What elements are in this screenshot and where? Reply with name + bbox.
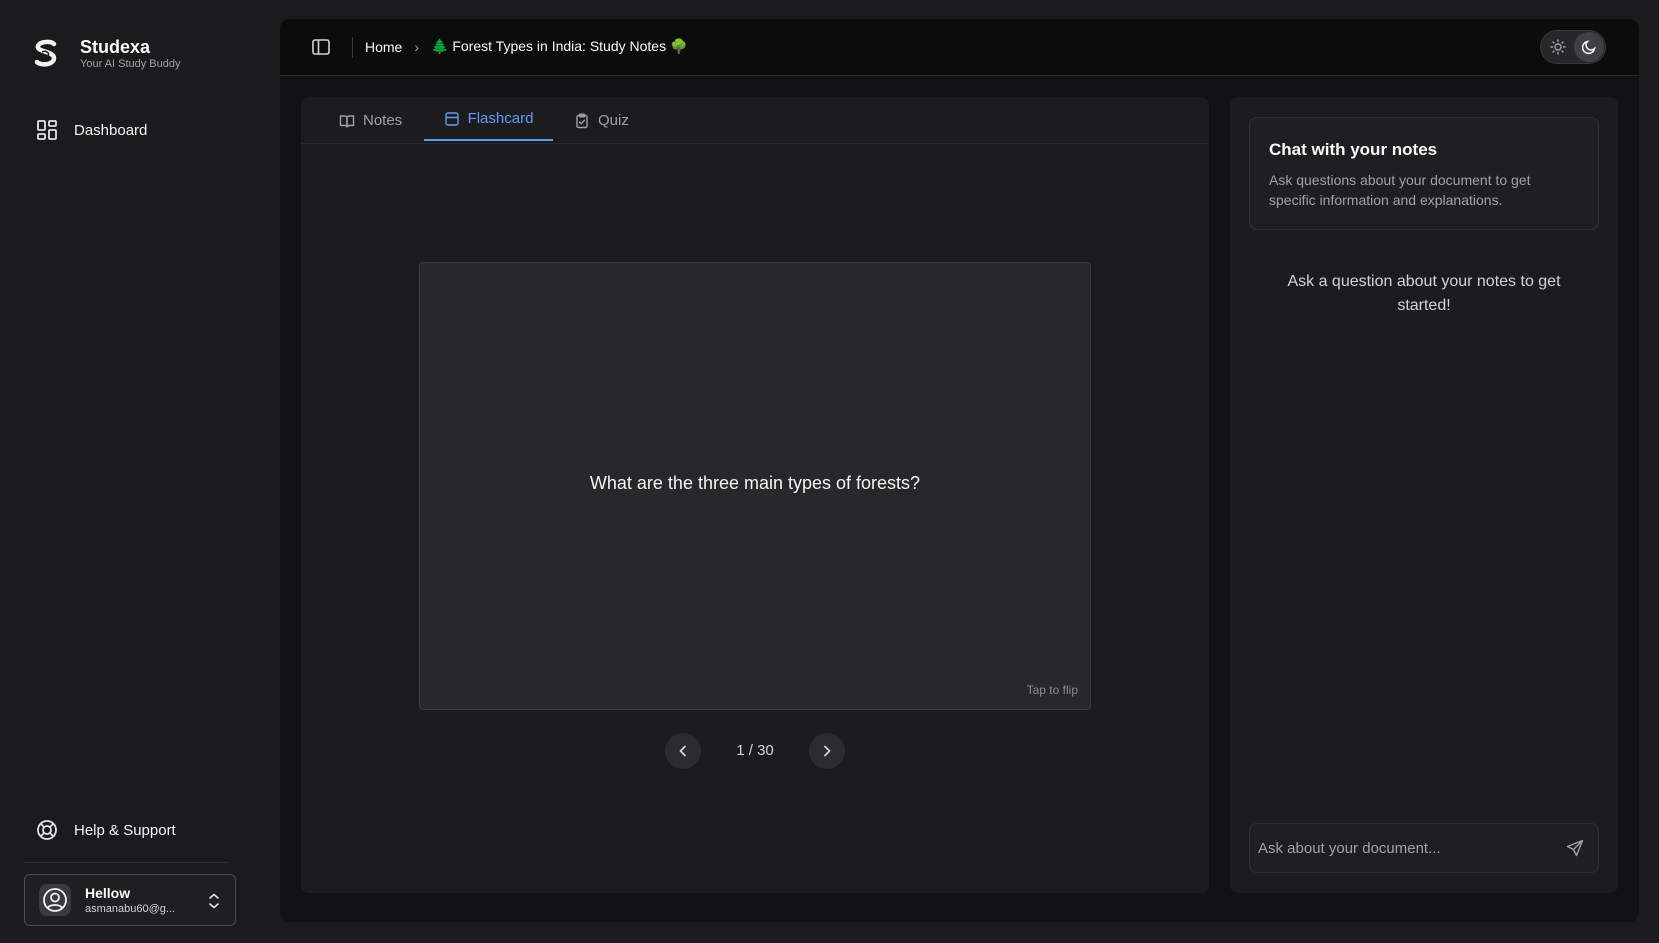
flashcard-question: What are the three main types of forests… [589, 473, 921, 493]
sidebar-item-label: Dashboard [74, 121, 148, 139]
flip-hint: Tap to flip [1026, 683, 1078, 697]
tab-notes[interactable]: Notes [339, 97, 402, 144]
chevrons-up-down-icon [209, 893, 219, 909]
tab-label: Notes [363, 112, 403, 129]
sun-icon[interactable] [1550, 39, 1566, 55]
user-menu-button[interactable]: Hellow asmanabu60@g... [24, 874, 236, 926]
brand-name: Studexa [80, 37, 151, 57]
tab-quiz[interactable]: Quiz [574, 97, 629, 144]
topbar-separator [352, 37, 353, 58]
flashcard[interactable]: What are the three main types of forests… [419, 262, 1091, 710]
main-frame: Home › 🌲 Forest Types in India: Study No… [280, 19, 1639, 922]
chat-description: Ask questions about your document to get… [1269, 172, 1531, 208]
breadcrumb: Home › 🌲 Forest Types in India: Study No… [365, 38, 687, 55]
user-name: Hellow [85, 884, 131, 901]
breadcrumb-home[interactable]: Home [365, 39, 402, 55]
moon-icon [1581, 40, 1596, 55]
theme-toggle[interactable] [1540, 30, 1606, 64]
tab-label: Flashcard [467, 110, 534, 127]
user-circle-icon [43, 888, 67, 912]
tab-label: Quiz [598, 112, 629, 129]
brand-tagline: Your AI Study Buddy [80, 58, 181, 70]
tab-flashcard[interactable]: Flashcard [424, 98, 553, 141]
clipboard-check-icon [576, 113, 588, 128]
sidebar: Studexa Your AI Study Buddy Dashboard He… [0, 0, 280, 943]
avatar [39, 884, 71, 916]
chevron-left-icon [679, 745, 686, 757]
card-icon [444, 111, 459, 126]
top-bar: Home › 🌲 Forest Types in India: Study No… [280, 19, 1639, 76]
flashcard-pager: 1 / 30 [665, 733, 845, 769]
sidebar-toggle-icon[interactable] [311, 37, 331, 57]
send-icon[interactable] [1566, 839, 1584, 857]
previous-card-button[interactable] [665, 733, 701, 769]
chevron-right-icon [824, 745, 831, 757]
chat-input[interactable] [1258, 832, 1548, 864]
chat-panel: Chat with your notes Ask questions about… [1230, 97, 1618, 893]
study-panel: Notes Flashcard Quiz What are the three … [301, 97, 1209, 893]
tab-bar: Notes Flashcard Quiz [301, 97, 1209, 144]
chevron-right-icon: › [414, 38, 420, 55]
user-info: Hellow asmanabu60@g... [85, 885, 175, 916]
sidebar-item-dashboard[interactable]: Dashboard [36, 119, 147, 141]
moon-button[interactable] [1574, 32, 1604, 62]
studexa-logo-icon [34, 39, 57, 67]
brand-text: Studexa Your AI Study Buddy [80, 36, 181, 71]
layout-grid-icon [37, 120, 57, 140]
chat-header-card: Chat with your notes Ask questions about… [1249, 117, 1599, 230]
next-card-button[interactable] [809, 733, 845, 769]
lifebuoy-icon [37, 820, 57, 840]
chat-input-box [1249, 823, 1599, 873]
sidebar-item-label: Help & Support [74, 821, 176, 839]
chat-title: Chat with your notes [1269, 140, 1438, 159]
book-open-icon [339, 114, 355, 128]
user-email: asmanabu60@g... [85, 902, 176, 915]
chat-empty-state: Ask a question about your notes to get s… [1287, 273, 1561, 314]
sidebar-divider [24, 862, 229, 863]
card-counter: 1 / 30 [736, 742, 774, 759]
sidebar-item-help-support[interactable]: Help & Support [36, 819, 176, 841]
breadcrumb-current: 🌲 Forest Types in India: Study Notes 🌳 [431, 38, 688, 54]
brand[interactable]: Studexa Your AI Study Buddy [32, 36, 181, 71]
